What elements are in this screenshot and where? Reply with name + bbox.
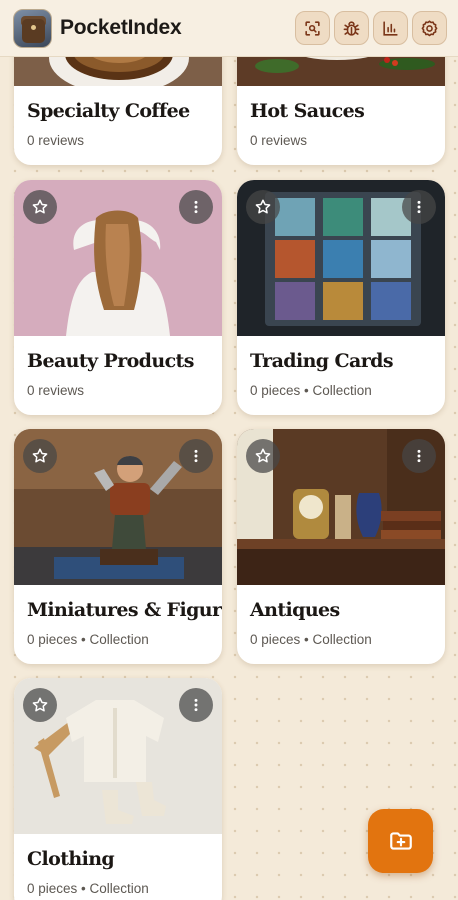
more-vertical-icon	[417, 449, 421, 463]
more-options-button[interactable]	[179, 688, 213, 722]
settings-button[interactable]	[412, 11, 447, 45]
more-vertical-icon	[194, 449, 198, 463]
collection-meta: 0 reviews	[27, 383, 85, 398]
collection-meta: 0 pieces • Collection	[27, 881, 149, 896]
collection-title: Antiques	[250, 599, 340, 621]
gear-icon	[421, 19, 438, 36]
favorite-button[interactable]	[23, 688, 57, 722]
app-title: PocketIndex	[60, 16, 182, 39]
favorite-button[interactable]	[246, 190, 280, 224]
collection-grid: Specialty Coffee 0 reviews Hot Sauces 0 …	[0, 0, 458, 900]
star-outline-icon	[32, 199, 48, 214]
scan-icon	[305, 20, 320, 36]
favorite-button[interactable]	[246, 439, 280, 473]
more-vertical-icon	[417, 200, 421, 214]
collection-title: Trading Cards	[250, 350, 394, 372]
bug-icon	[343, 20, 360, 36]
bar-chart-icon	[383, 20, 398, 36]
add-collection-button[interactable]	[368, 809, 433, 873]
collection-title: Beauty Products	[27, 350, 194, 372]
collection-title: Clothing	[27, 848, 115, 870]
more-vertical-icon	[194, 698, 198, 712]
more-options-button[interactable]	[179, 439, 213, 473]
collection-meta: 0 reviews	[27, 133, 85, 148]
star-outline-icon	[255, 448, 271, 463]
favorite-button[interactable]	[23, 439, 57, 473]
more-options-button[interactable]	[179, 190, 213, 224]
collection-title: Miniatures & Figurines	[27, 599, 222, 621]
more-vertical-icon	[194, 200, 198, 214]
collection-meta: 0 pieces • Collection	[250, 632, 372, 647]
stats-button[interactable]	[373, 11, 408, 45]
collection-card-antiques[interactable]: Antiques 0 pieces • Collection	[237, 429, 445, 664]
collection-meta: 0 pieces • Collection	[27, 632, 149, 647]
favorite-button[interactable]	[23, 190, 57, 224]
collection-title: Hot Sauces	[250, 100, 365, 122]
star-outline-icon	[255, 199, 271, 214]
star-outline-icon	[32, 697, 48, 712]
app-header: PocketIndex	[0, 0, 458, 57]
collection-card-trading-cards[interactable]: Trading Cards 0 pieces • Collection	[237, 180, 445, 415]
more-options-button[interactable]	[402, 439, 436, 473]
scan-button[interactable]	[295, 11, 330, 45]
star-outline-icon	[32, 448, 48, 463]
collection-card-clothing[interactable]: Clothing 0 pieces • Collection	[14, 678, 222, 900]
collection-meta: 0 pieces • Collection	[250, 383, 372, 398]
collection-meta: 0 reviews	[250, 133, 308, 148]
app-logo	[13, 9, 52, 48]
collection-card-beauty-products[interactable]: Beauty Products 0 reviews	[14, 180, 222, 415]
bug-report-button[interactable]	[334, 11, 369, 45]
collection-card-miniatures-figurines[interactable]: Miniatures & Figurines 0 pieces • Collec…	[14, 429, 222, 664]
collection-title: Specialty Coffee	[27, 100, 190, 122]
add-folder-icon	[389, 832, 412, 850]
more-options-button[interactable]	[402, 190, 436, 224]
